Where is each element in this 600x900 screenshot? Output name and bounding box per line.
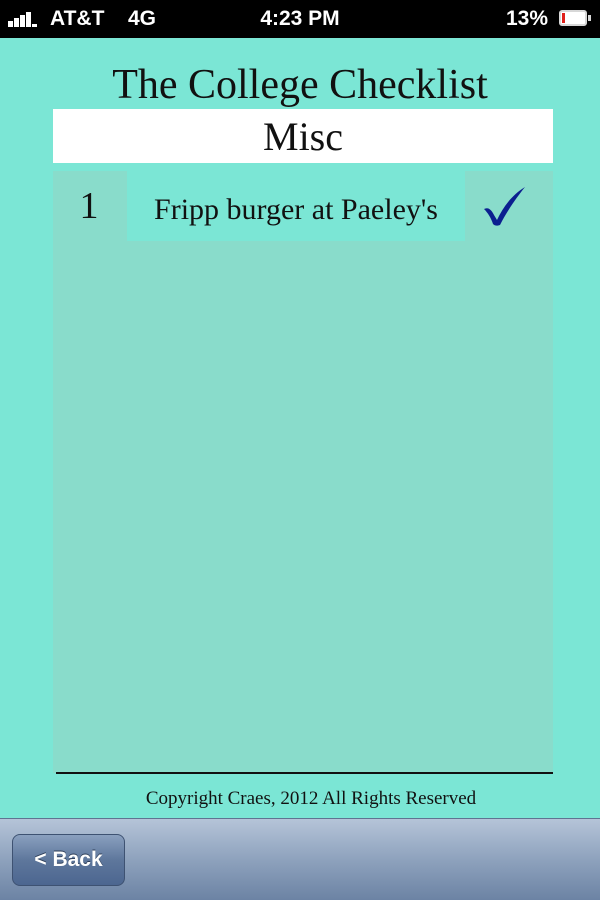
copyright-text: Copyright Craes, 2012 All Rights Reserve…	[145, 788, 477, 809]
item-text[interactable]: Fripp burger at Paeley's	[127, 171, 465, 241]
list-item[interactable]: 1 Fripp burger at Paeley's	[53, 171, 553, 241]
battery-level-fill	[562, 13, 565, 23]
status-bar: AT&T 4G 4:23 PM 13%	[0, 0, 600, 38]
checklist-panel: 1 Fripp burger at Paeley's	[53, 171, 553, 773]
app-screen: The College Checklist Misc 1 Fripp burge…	[0, 38, 600, 818]
section-header: Misc	[53, 109, 553, 163]
item-number: 1	[79, 185, 99, 227]
battery-percent: 13%	[505, 7, 548, 30]
checkmark-icon[interactable]	[481, 185, 527, 227]
back-button[interactable]: < Back	[12, 834, 125, 886]
app-title: The College Checklist	[112, 62, 488, 108]
section-title: Misc	[263, 114, 343, 159]
bottom-toolbar: < Back	[0, 818, 600, 900]
battery-icon	[559, 10, 591, 26]
footer-divider	[56, 772, 553, 774]
